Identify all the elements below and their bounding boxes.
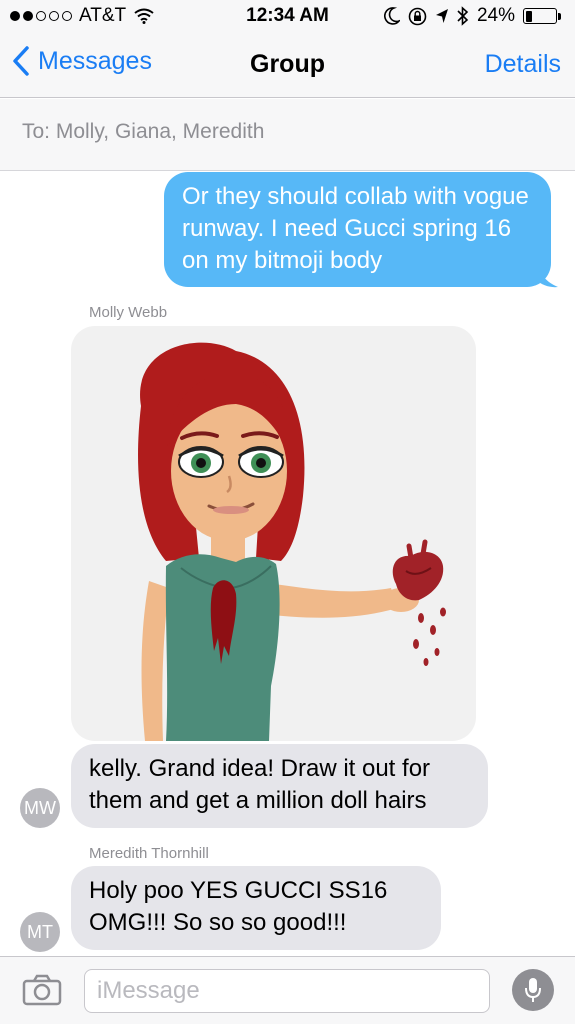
bitmoji-heart-sticker — [138, 342, 446, 741]
microphone-icon — [525, 978, 541, 1002]
status-bar: AT&T 12:34 AM 24% — [0, 0, 575, 34]
avatar[interactable]: MT — [20, 912, 60, 952]
outgoing-message-text: Or they should collab with vogue runway.… — [182, 183, 529, 274]
recipients-bar[interactable]: To: Molly, Giana, Meredith — [0, 99, 575, 171]
rotation-lock-icon — [408, 7, 427, 25]
status-right: 24% — [384, 5, 561, 27]
message-input-bar — [0, 956, 575, 1024]
avatar[interactable]: MW — [20, 788, 60, 828]
camera-icon — [22, 974, 62, 1006]
camera-button[interactable] — [22, 974, 62, 1011]
sender-name: Meredith Thornhill — [89, 845, 209, 862]
moon-icon — [384, 7, 400, 25]
navigation-bar: Messages Group Details — [0, 34, 575, 98]
location-arrow-icon — [435, 9, 448, 23]
back-button-label: Messages — [38, 46, 152, 75]
outgoing-message[interactable]: Or they should collab with vogue runway.… — [164, 172, 551, 287]
bluetooth-icon — [457, 6, 469, 26]
avatar-initials: MW — [24, 797, 56, 818]
chevron-left-icon — [13, 46, 29, 76]
details-button[interactable]: Details — [485, 50, 561, 79]
recipients-text: To: Molly, Giana, Meredith — [22, 120, 265, 143]
sender-name: Molly Webb — [89, 304, 168, 321]
incoming-message[interactable]: kelly. Grand idea! Draw it out for them … — [71, 744, 488, 828]
battery-icon — [523, 8, 561, 24]
incoming-message-text: Holy poo YES GUCCI SS16 OMG!!! So so so … — [89, 877, 388, 936]
outgoing-bubble-tail — [536, 264, 558, 288]
back-button[interactable]: Messages — [12, 46, 152, 76]
incoming-message-text: kelly. Grand idea! Draw it out for them … — [89, 755, 431, 814]
message-input[interactable] — [84, 969, 490, 1013]
avatar-initials: MT — [27, 921, 53, 942]
battery-percent: 24% — [476, 5, 515, 26]
microphone-button[interactable] — [512, 969, 554, 1011]
battery-fill — [525, 10, 533, 22]
incoming-message[interactable]: Holy poo YES GUCCI SS16 OMG!!! So so so … — [71, 866, 441, 950]
bitmoji-image-message[interactable] — [71, 326, 476, 741]
